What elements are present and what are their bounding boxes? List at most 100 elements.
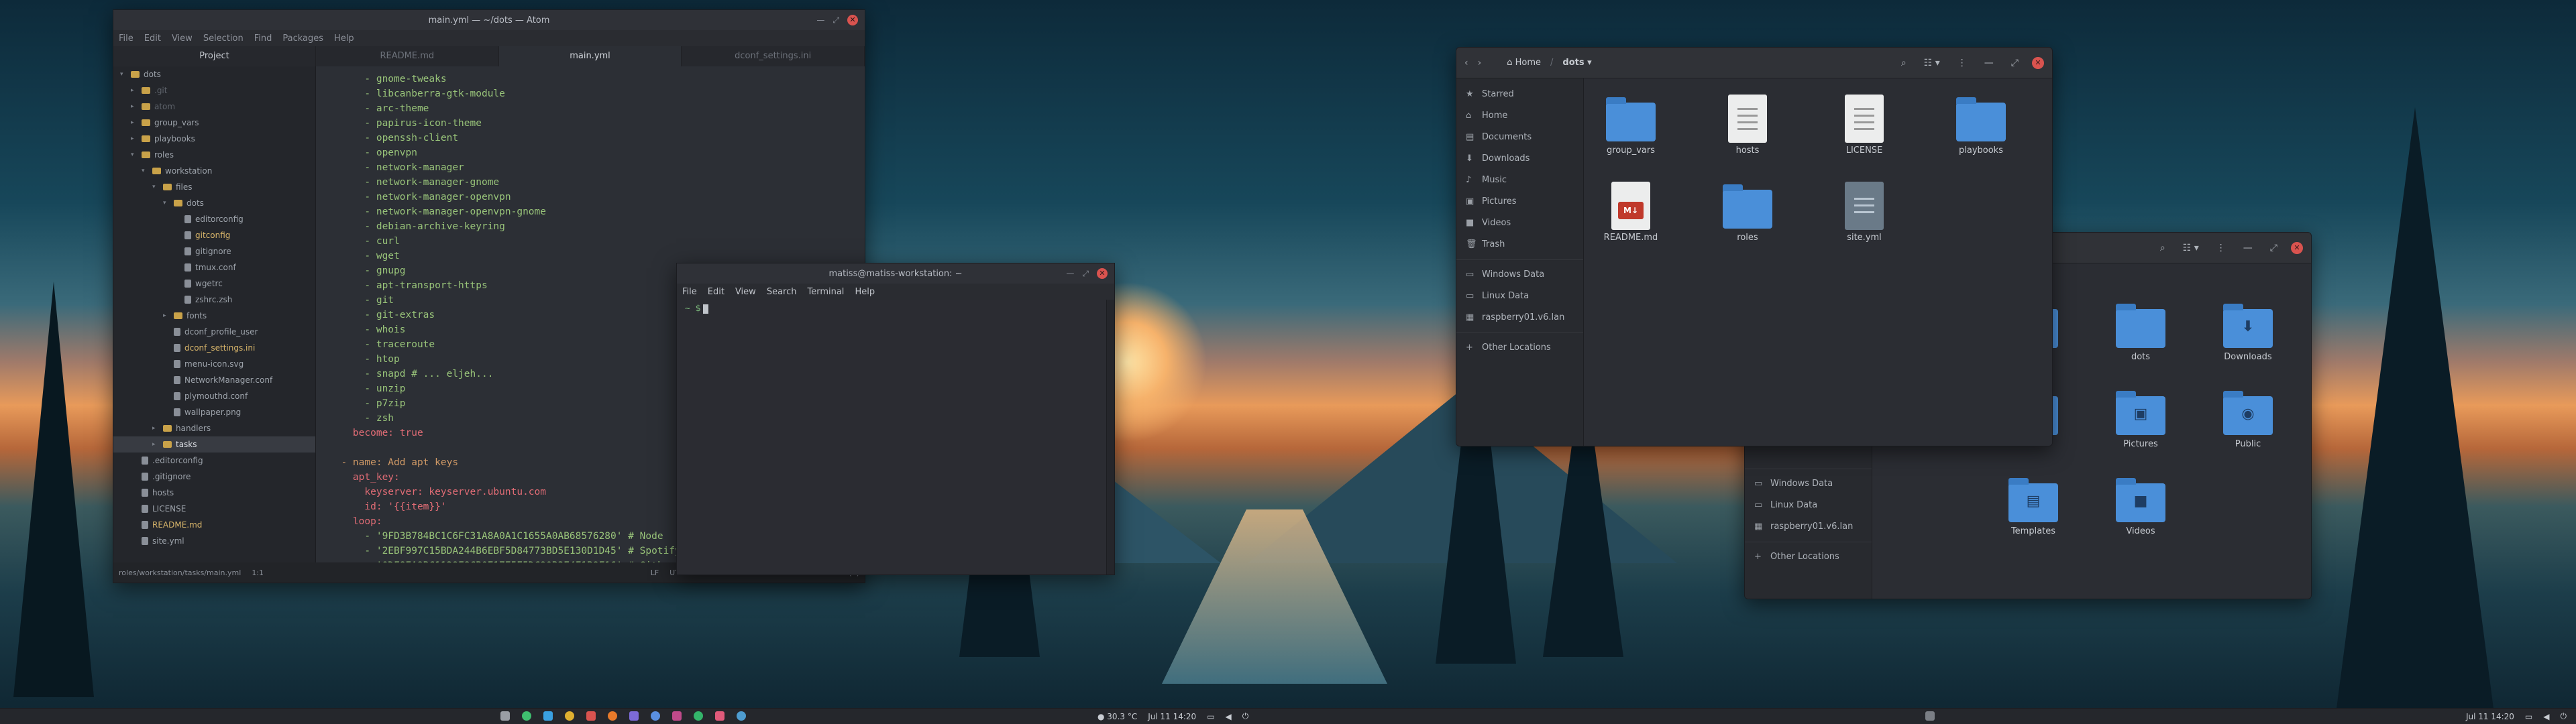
sidebar-item-starred[interactable]: ★ Starred bbox=[1456, 84, 1583, 105]
file-item-site-yml[interactable]: site.yml bbox=[1824, 182, 1904, 243]
tree-item[interactable]: ▾ workstation bbox=[113, 163, 315, 179]
terminal-titlebar[interactable]: matiss@matiss-workstation: ~ — ⤢ ✕ bbox=[677, 263, 1114, 284]
sidebar-item-downloads[interactable]: ⬇ Downloads bbox=[1456, 148, 1583, 170]
clock-right[interactable]: Jul 11 14:20 bbox=[2466, 712, 2514, 721]
files-sidebar[interactable]: ★ Starred ⌂ Home ▤ Documents ⬇ Downloads ♪ Music ▣… bbox=[1456, 78, 1584, 446]
terminal-window[interactable]: matiss@matiss-workstation: ~ — ⤢ ✕ File Edi… bbox=[676, 263, 1115, 575]
volume-icon[interactable]: ◀ bbox=[1226, 712, 1232, 721]
menu-item-edit[interactable]: Edit bbox=[708, 287, 724, 297]
expand-arrow-icon[interactable]: ▾ bbox=[142, 163, 148, 179]
sidebar-item-linux-data[interactable]: ▭ Linux Data bbox=[1745, 495, 1872, 516]
expand-arrow-icon[interactable]: ▸ bbox=[152, 420, 159, 436]
expand-arrow-icon[interactable]: ▸ bbox=[152, 436, 159, 452]
power-icon[interactable]: ⏻ bbox=[2561, 711, 2567, 721]
tree-item[interactable]: gitignore bbox=[113, 243, 315, 259]
tree-item[interactable]: site.yml bbox=[113, 533, 315, 549]
tree-item[interactable]: gitconfig bbox=[113, 227, 315, 243]
close-icon[interactable]: ✕ bbox=[1097, 268, 1108, 279]
menu-item-help[interactable]: Help bbox=[334, 34, 354, 44]
files-grid[interactable]: group_vars hosts LICENSE playbooks M↓ README.… bbox=[1584, 78, 2052, 446]
sidebar-item-windows-data[interactable]: ▭ Windows Data bbox=[1745, 473, 1872, 495]
sidebar-item-other-locations[interactable]: + Other Locations bbox=[1745, 546, 1872, 568]
taskbar-app-icon[interactable] bbox=[522, 711, 531, 721]
close-icon[interactable]: ✕ bbox=[847, 15, 858, 25]
expand-arrow-icon[interactable]: ▸ bbox=[131, 115, 138, 131]
sidebar-item-pictures[interactable]: ▣ Pictures bbox=[1456, 191, 1583, 213]
taskbar-app-icon[interactable] bbox=[672, 711, 682, 721]
terminal-output[interactable]: ~ $ bbox=[677, 300, 1106, 575]
sidebar-item-videos[interactable]: ■ Videos bbox=[1456, 213, 1583, 234]
taskbar-app-icon[interactable] bbox=[694, 711, 703, 721]
menu-icon[interactable]: ⋮ bbox=[1957, 58, 1967, 68]
files-headerbar[interactable]: ‹ › ⌂ Home / dots ▾ ⌕ ☷ ▾ ⋮ — ⤢ ✕ bbox=[1456, 48, 2052, 78]
minimize-icon[interactable]: — bbox=[816, 15, 824, 25]
taskbar-app-icon[interactable] bbox=[500, 711, 510, 721]
clock[interactable]: Jul 11 14:20 bbox=[1148, 712, 1196, 721]
tree-item[interactable]: ▾ dots bbox=[113, 66, 315, 82]
tree-item[interactable]: zshrc.zsh bbox=[113, 292, 315, 308]
tab-readme[interactable]: README.md bbox=[316, 46, 499, 66]
minimize-icon[interactable]: — bbox=[2243, 243, 2253, 253]
taskbar-app-icon[interactable] bbox=[608, 711, 617, 721]
menu-icon[interactable]: ⋮ bbox=[2216, 243, 2226, 253]
expand-arrow-icon[interactable]: ▸ bbox=[131, 99, 138, 115]
sidebar-item-linux-data[interactable]: ▭ Linux Data bbox=[1456, 286, 1583, 307]
maximize-icon[interactable]: ⤢ bbox=[1082, 269, 1089, 278]
file-item-pictures[interactable]: ▣ Pictures bbox=[2100, 388, 2181, 449]
sidebar-item-windows-data[interactable]: ▭ Windows Data bbox=[1456, 264, 1583, 286]
tree-item[interactable]: ▸ atom bbox=[113, 99, 315, 115]
file-item-public[interactable]: ◉ Public bbox=[2208, 388, 2288, 449]
menu-item-terminal[interactable]: Terminal bbox=[807, 287, 844, 297]
weather-indicator[interactable]: ● 30.3 °C bbox=[1097, 712, 1137, 721]
maximize-icon[interactable]: ⤢ bbox=[833, 15, 839, 25]
menu-item-selection[interactable]: Selection bbox=[203, 34, 244, 44]
power-icon[interactable]: ⏻ bbox=[1242, 711, 1249, 721]
files-window[interactable]: ‹ › ⌂ Home / dots ▾ ⌕ ☷ ▾ ⋮ — ⤢ ✕ ★ Starred ⌂ H… bbox=[1456, 47, 2053, 446]
status-line-ending[interactable]: LF bbox=[651, 568, 659, 577]
search-icon[interactable]: ⌕ bbox=[1901, 58, 1907, 68]
file-item-roles[interactable]: roles bbox=[1707, 182, 1788, 243]
file-item-playbooks[interactable]: playbooks bbox=[1941, 95, 2021, 156]
project-tree[interactable]: ▾ dots ▸ .git ▸ atom ▸ group_vars ▸ playbooks ▾ rol… bbox=[113, 66, 316, 562]
sidebar-item-trash[interactable]: 🗑 Trash bbox=[1456, 234, 1583, 255]
file-item-templates[interactable]: ▤ Templates bbox=[1993, 475, 2074, 536]
file-item-downloads[interactable]: ⬇ Downloads bbox=[2208, 301, 2288, 362]
tree-item[interactable]: NetworkManager.conf bbox=[113, 372, 315, 388]
taskbar-app-icon[interactable] bbox=[543, 711, 553, 721]
menu-item-file[interactable]: File bbox=[119, 34, 133, 44]
terminal-scrollbar[interactable] bbox=[1106, 300, 1114, 575]
tree-item[interactable]: ▾ roles bbox=[113, 147, 315, 163]
breadcrumb-dots[interactable]: dots ▾ bbox=[1562, 58, 1591, 68]
forward-icon[interactable]: › bbox=[1478, 58, 1482, 68]
back-icon[interactable]: ‹ bbox=[1464, 58, 1468, 68]
sidebar-item-home[interactable]: ⌂ Home bbox=[1456, 105, 1583, 127]
file-item-hosts[interactable]: hosts bbox=[1707, 95, 1788, 156]
taskbar-app-icon[interactable] bbox=[715, 711, 724, 721]
tree-item[interactable]: plymouthd.conf bbox=[113, 388, 315, 404]
tree-item[interactable]: ▸ tasks bbox=[113, 436, 315, 452]
view-list-icon[interactable]: ☷ ▾ bbox=[1924, 58, 1940, 68]
expand-arrow-icon[interactable]: ▸ bbox=[131, 82, 138, 99]
search-icon[interactable]: ⌕ bbox=[2160, 243, 2165, 253]
close-icon[interactable]: ✕ bbox=[2032, 57, 2044, 69]
sidebar-item-raspberry01-v6-lan[interactable]: ▦ raspberry01.v6.lan bbox=[1745, 516, 1872, 538]
menu-item-view[interactable]: View bbox=[735, 287, 756, 297]
close-icon[interactable]: ✕ bbox=[2291, 242, 2303, 254]
tree-item[interactable]: ▸ playbooks bbox=[113, 131, 315, 147]
minimize-icon[interactable]: — bbox=[1066, 269, 1074, 278]
menu-item-help[interactable]: Help bbox=[855, 287, 875, 297]
expand-arrow-icon[interactable]: ▸ bbox=[163, 308, 170, 324]
taskbar-app-icon[interactable] bbox=[629, 711, 639, 721]
menu-item-packages[interactable]: Packages bbox=[282, 34, 323, 44]
taskbar-app-icon[interactable] bbox=[737, 711, 746, 721]
tree-item[interactable]: .editorconfig bbox=[113, 452, 315, 469]
tab-main-yml[interactable]: main.yml bbox=[498, 46, 682, 66]
tree-item[interactable]: dconf_settings.ini bbox=[113, 340, 315, 356]
file-item-readme-md[interactable]: M↓ README.md bbox=[1591, 182, 1671, 243]
menu-item-search[interactable]: Search bbox=[767, 287, 797, 297]
volume-icon[interactable]: ◀ bbox=[2543, 712, 2549, 721]
tree-item[interactable]: dconf_profile_user bbox=[113, 324, 315, 340]
sidebar-item-other-locations[interactable]: + Other Locations bbox=[1456, 337, 1583, 359]
screen-icon[interactable]: ▭ bbox=[1207, 712, 1214, 721]
tree-item[interactable]: ▸ handlers bbox=[113, 420, 315, 436]
